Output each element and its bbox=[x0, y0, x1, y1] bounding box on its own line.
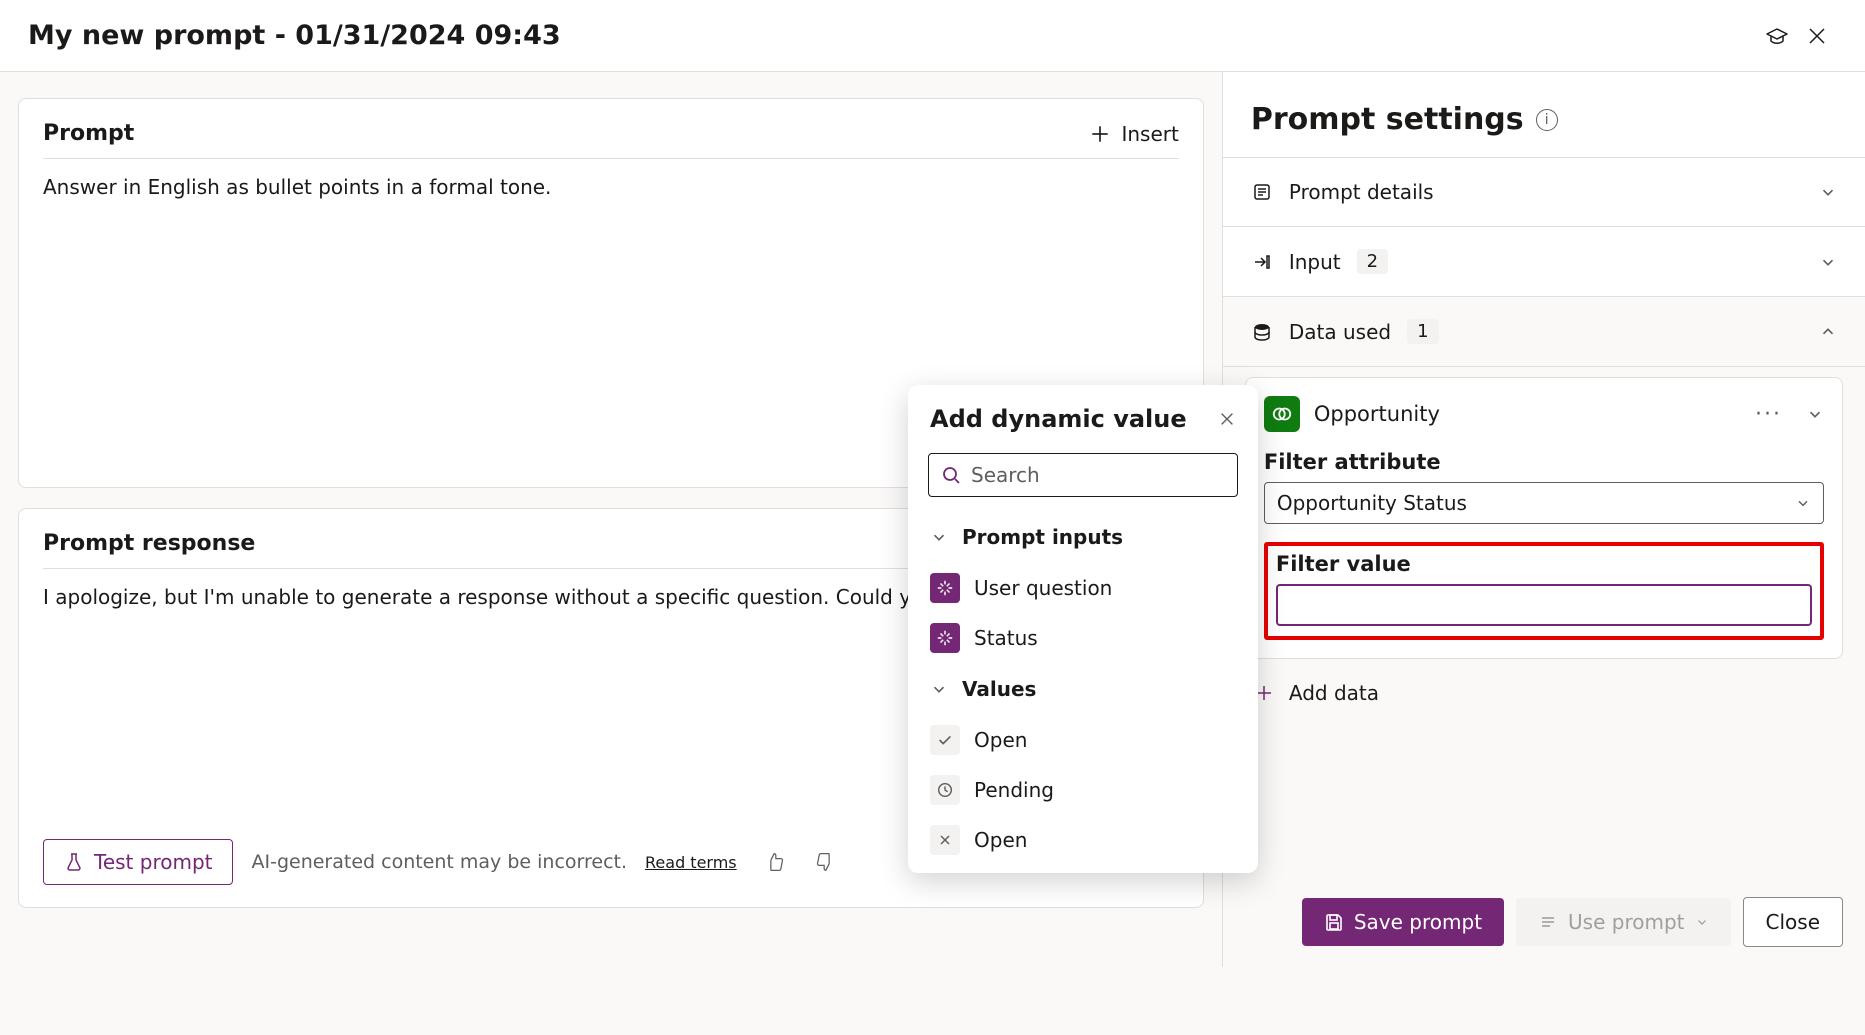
chevron-down-icon bbox=[1795, 495, 1811, 511]
input-count-badge: 2 bbox=[1357, 249, 1388, 274]
filter-attribute-select[interactable]: Opportunity Status bbox=[1264, 482, 1824, 524]
use-prompt-button: Use prompt bbox=[1516, 898, 1730, 946]
acc-input-label: Input bbox=[1289, 250, 1341, 274]
opportunity-card: Opportunity ··· Filter attribute Opportu… bbox=[1245, 377, 1843, 659]
test-prompt-button[interactable]: Test prompt bbox=[43, 839, 233, 885]
dynamic-value-popup: Add dynamic value Prompt inputs User que… bbox=[908, 385, 1258, 873]
dv-item-pending[interactable]: Pending bbox=[908, 765, 1258, 815]
prompt-text[interactable]: Answer in English as bullet points in a … bbox=[43, 175, 1179, 199]
filter-value-highlight: Filter value bbox=[1264, 542, 1824, 640]
read-terms-link[interactable]: Read terms bbox=[645, 853, 737, 872]
popup-title: Add dynamic value bbox=[930, 405, 1218, 433]
chevron-up-icon bbox=[1819, 323, 1837, 341]
clock-icon bbox=[930, 775, 960, 805]
input-icon bbox=[930, 623, 960, 653]
settings-panel: Prompt settings i Prompt details Input 2 bbox=[1222, 72, 1865, 967]
dv-item-status[interactable]: Status bbox=[908, 613, 1258, 663]
check-icon bbox=[930, 725, 960, 755]
chevron-down-icon bbox=[930, 680, 948, 698]
search-box[interactable] bbox=[928, 453, 1238, 497]
chevron-down-icon[interactable] bbox=[1806, 405, 1824, 423]
acc-data-used-label: Data used bbox=[1289, 320, 1391, 344]
save-icon bbox=[1324, 912, 1344, 932]
thumbs-down-icon[interactable] bbox=[813, 850, 837, 874]
save-label: Save prompt bbox=[1354, 910, 1482, 934]
plus-icon bbox=[1089, 123, 1111, 145]
dv-item-user-question[interactable]: User question bbox=[908, 563, 1258, 613]
chevron-down-icon bbox=[1695, 915, 1709, 929]
list-icon bbox=[1538, 912, 1558, 932]
data-used-count-badge: 1 bbox=[1407, 319, 1438, 344]
close-icon[interactable] bbox=[1218, 410, 1236, 428]
input-icon bbox=[930, 573, 960, 603]
add-data-button[interactable]: Add data bbox=[1245, 659, 1843, 705]
input-icon bbox=[1251, 252, 1273, 272]
learn-icon[interactable] bbox=[1757, 16, 1797, 56]
search-input[interactable] bbox=[971, 463, 1225, 487]
more-icon[interactable]: ··· bbox=[1745, 402, 1792, 427]
acc-input[interactable]: Input 2 bbox=[1223, 226, 1865, 296]
filter-value-input[interactable] bbox=[1276, 584, 1812, 626]
footer-bar: Save prompt Use prompt Close bbox=[1302, 897, 1843, 947]
save-prompt-button[interactable]: Save prompt bbox=[1302, 898, 1504, 946]
opportunity-name: Opportunity bbox=[1314, 402, 1731, 426]
acc-data-used[interactable]: Data used 1 bbox=[1223, 296, 1865, 366]
data-icon bbox=[1251, 322, 1273, 342]
add-data-label: Add data bbox=[1289, 681, 1379, 705]
dialog-header: My new prompt - 01/31/2024 09:43 bbox=[0, 0, 1865, 72]
chevron-down-icon bbox=[1819, 253, 1837, 271]
thumbs-up-icon[interactable] bbox=[763, 850, 787, 874]
use-label: Use prompt bbox=[1568, 910, 1684, 934]
group-values[interactable]: Values bbox=[908, 663, 1258, 715]
flask-icon bbox=[64, 852, 84, 872]
close-dialog-icon[interactable] bbox=[1797, 16, 1837, 56]
filter-attribute-value: Opportunity Status bbox=[1277, 491, 1467, 515]
filter-attribute-label: Filter attribute bbox=[1264, 450, 1824, 474]
close-button[interactable]: Close bbox=[1743, 897, 1843, 947]
chevron-down-icon bbox=[1819, 183, 1837, 201]
settings-title: Prompt settings bbox=[1251, 102, 1524, 137]
info-icon[interactable]: i bbox=[1536, 109, 1558, 131]
insert-button[interactable]: Insert bbox=[1089, 122, 1178, 146]
dv-item-open-1[interactable]: Open bbox=[908, 715, 1258, 765]
dialog-title: My new prompt - 01/31/2024 09:43 bbox=[28, 20, 1757, 51]
search-icon bbox=[941, 465, 961, 485]
insert-label: Insert bbox=[1121, 122, 1178, 146]
acc-prompt-details[interactable]: Prompt details bbox=[1223, 157, 1865, 226]
details-icon bbox=[1251, 182, 1273, 202]
acc-prompt-details-label: Prompt details bbox=[1289, 180, 1434, 204]
chevron-down-icon bbox=[930, 528, 948, 546]
group-prompt-inputs-label: Prompt inputs bbox=[962, 525, 1123, 549]
prompt-card-title: Prompt bbox=[43, 121, 1089, 146]
dv-item-open-2[interactable]: Open bbox=[908, 815, 1258, 865]
group-prompt-inputs[interactable]: Prompt inputs bbox=[908, 511, 1258, 563]
filter-value-label: Filter value bbox=[1276, 552, 1812, 576]
ai-disclaimer: AI-generated content may be incorrect. bbox=[251, 851, 627, 873]
dataverse-icon bbox=[1264, 396, 1300, 432]
close-icon bbox=[930, 825, 960, 855]
test-prompt-label: Test prompt bbox=[94, 850, 212, 874]
group-values-label: Values bbox=[962, 677, 1036, 701]
